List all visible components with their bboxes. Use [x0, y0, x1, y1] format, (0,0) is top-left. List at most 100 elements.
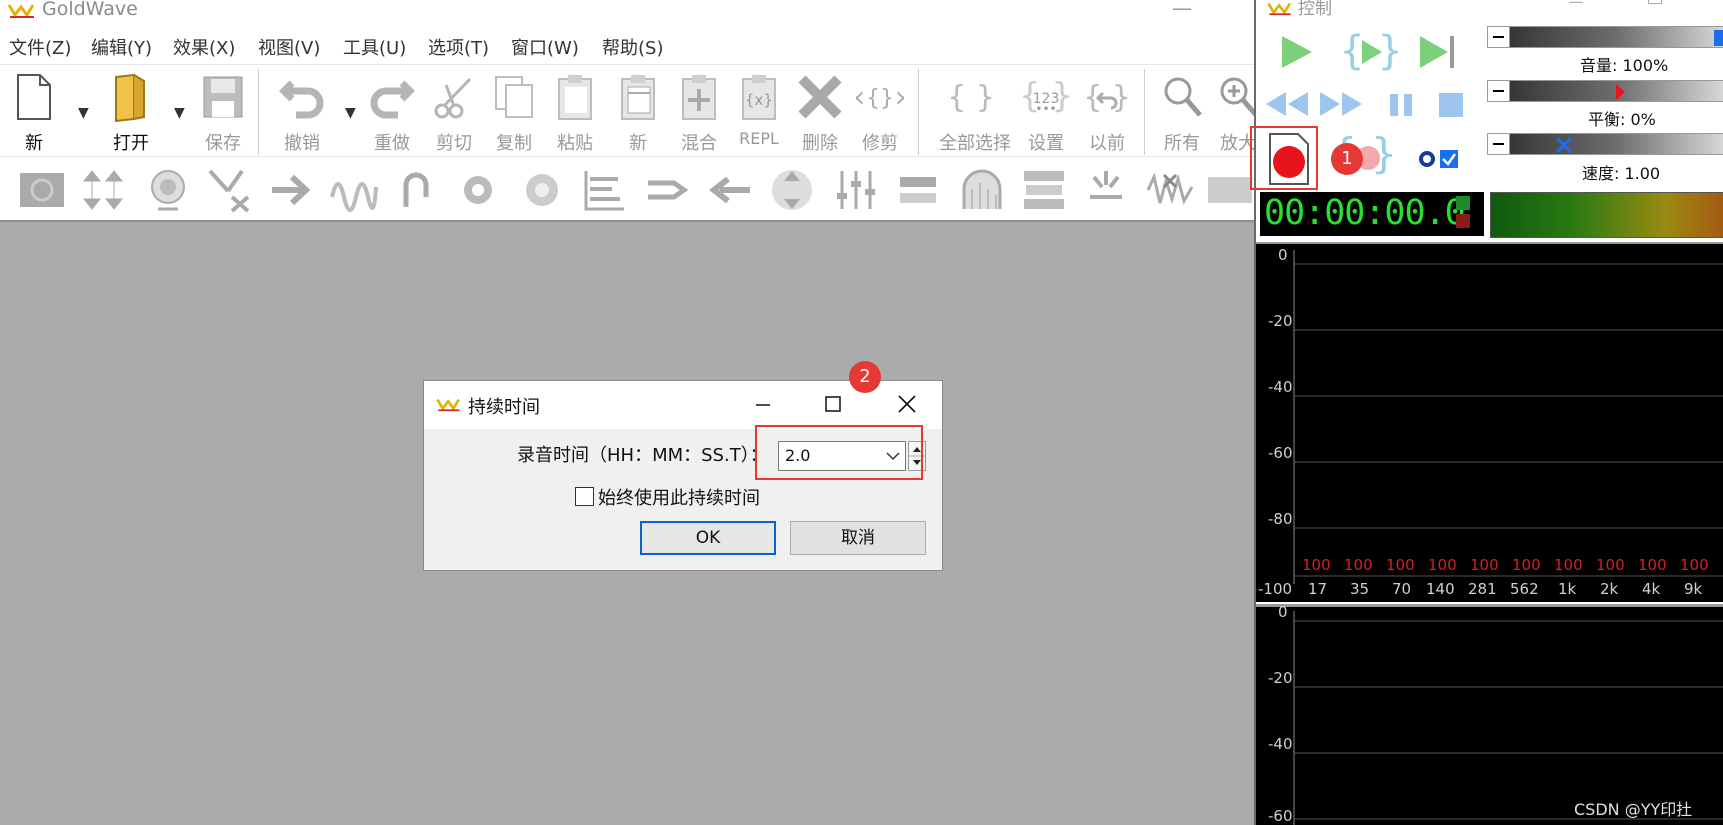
- effect-filter-icon[interactable]: [206, 167, 254, 213]
- effect-offset-icon[interactable]: [894, 167, 942, 213]
- menu-file[interactable]: 文件(Z): [9, 34, 71, 60]
- freq-label: 2k: [1600, 580, 1619, 598]
- freq-label: 140: [1426, 580, 1455, 598]
- volume-thumb-icon[interactable]: [1712, 29, 1723, 47]
- effect-reverse-icon[interactable]: [706, 167, 754, 213]
- effects-toolbar: [0, 156, 1260, 220]
- copy-button[interactable]: 复制: [484, 69, 544, 155]
- open-button[interactable]: 打开: [101, 69, 161, 155]
- open-dropdown-icon[interactable]: ▼: [174, 105, 185, 121]
- menu-effects[interactable]: 效果(X): [173, 34, 235, 60]
- peak-value: 100: [1554, 556, 1583, 574]
- redo-button[interactable]: 重做: [362, 69, 422, 155]
- minimize-button[interactable]: —: [1172, 0, 1192, 20]
- select-all-button[interactable]: { } 全部选择: [939, 69, 1011, 155]
- db-tick: -20: [1268, 312, 1293, 330]
- effect-forward-icon[interactable]: [268, 167, 316, 213]
- db-tick: 0: [1278, 603, 1288, 621]
- dialog-minimize-icon[interactable]: [748, 389, 778, 419]
- dialog-close-icon[interactable]: [892, 389, 922, 419]
- effect-echo-icon[interactable]: [144, 167, 192, 213]
- volume-minus-icon[interactable]: [1488, 27, 1510, 47]
- effect-resample-icon[interactable]: [958, 167, 1006, 213]
- effect-waveform-icon[interactable]: [330, 167, 378, 213]
- previous-selection-icon: { }: [1083, 80, 1131, 115]
- cut-button[interactable]: 剪切: [424, 69, 484, 155]
- zoom-all-button[interactable]: 所有: [1152, 69, 1212, 155]
- delete-button[interactable]: 删除: [790, 69, 850, 155]
- set-marker-icon: 123•••{ }: [1022, 76, 1070, 116]
- scissors-icon: [434, 77, 472, 119]
- effect-loop-icon[interactable]: [392, 167, 440, 213]
- control-maximize-button[interactable]: [1648, 0, 1662, 4]
- effect-silence-icon[interactable]: [1020, 167, 1068, 213]
- speed-minus-icon[interactable]: [1488, 134, 1510, 154]
- effect-gear-icon[interactable]: [454, 167, 502, 213]
- menu-tools[interactable]: 工具(U): [343, 34, 406, 60]
- always-use-checkbox[interactable]: [575, 487, 594, 506]
- effect-noise-reduction-icon[interactable]: [1146, 167, 1194, 213]
- screen: GoldWave — 文件(Z) 编辑(Y) 效果(X) 视图(V) 工具(U)…: [0, 0, 1723, 825]
- peak-value: 100: [1428, 556, 1457, 574]
- paste-new-label: 新: [629, 133, 647, 154]
- paste-button[interactable]: 粘贴: [545, 69, 605, 155]
- volume-slider[interactable]: [1487, 26, 1723, 48]
- previous-button[interactable]: { } 以前: [1077, 69, 1137, 155]
- duration-label: 录音时间（HH：MM：SS.T）：: [517, 445, 768, 466]
- paste-clipboard-icon: [558, 75, 592, 120]
- menu-help[interactable]: 帮助(S): [602, 34, 663, 60]
- paste-new-button[interactable]: 新: [608, 69, 668, 155]
- effect-change-pitch-icon[interactable]: [80, 167, 128, 213]
- effect-invert-icon[interactable]: [644, 167, 692, 213]
- balance-slider[interactable]: [1487, 80, 1723, 102]
- save-button[interactable]: 保存: [193, 69, 253, 155]
- rewind-icon[interactable]: [1262, 88, 1312, 120]
- play-icon[interactable]: [1276, 34, 1316, 70]
- new-button[interactable]: 新: [4, 69, 64, 155]
- balance-thumb-icon[interactable]: [1614, 83, 1626, 101]
- menu-window[interactable]: 窗口(W): [511, 34, 579, 60]
- effect-mixer-icon[interactable]: [832, 167, 880, 213]
- play-selection-icon[interactable]: { }: [1344, 30, 1398, 74]
- undo-arrow-icon: [279, 80, 324, 119]
- always-use-label: 始终使用此持续时间: [598, 488, 760, 509]
- svg-text:{ }: { }: [947, 80, 995, 115]
- undo-button[interactable]: 撤销: [272, 69, 332, 155]
- duration-field-highlight: [755, 425, 923, 480]
- set-button[interactable]: 123•••{ } 设置: [1016, 69, 1076, 155]
- effect-volume-icon[interactable]: [768, 167, 816, 213]
- speed-slider[interactable]: [1487, 133, 1723, 155]
- mix-button[interactable]: 混合: [669, 69, 729, 155]
- play-to-end-icon[interactable]: [1414, 32, 1462, 72]
- trim-button[interactable]: ×{}× 修剪: [850, 69, 910, 155]
- spectrum-grid: [1293, 250, 1723, 584]
- goldwave-logo-icon: [8, 4, 35, 18]
- db-tick: -100: [1258, 580, 1293, 598]
- new-dropdown-icon[interactable]: ▼: [78, 105, 89, 121]
- open-folder-icon: [115, 73, 145, 123]
- fast-forward-icon[interactable]: [1316, 88, 1366, 120]
- magnifier-icon: [1164, 77, 1202, 117]
- replace-button[interactable]: {x} REPL: [729, 69, 789, 155]
- undo-dropdown-icon[interactable]: ▼: [345, 105, 356, 121]
- copy-label: 复制: [496, 133, 532, 154]
- menu-view[interactable]: 视图(V): [258, 34, 320, 60]
- pause-icon[interactable]: [1386, 90, 1416, 120]
- dialog-maximize-icon[interactable]: [818, 389, 848, 419]
- speed-thumb-icon[interactable]: [1554, 135, 1574, 155]
- freq-label: 35: [1350, 580, 1370, 598]
- record-mode-toggle-icon[interactable]: [1416, 146, 1464, 172]
- effect-flower-icon[interactable]: [518, 167, 566, 213]
- menu-edit[interactable]: 编辑(Y): [91, 34, 152, 60]
- menu-options[interactable]: 选项(T): [428, 34, 489, 60]
- balance-minus-icon[interactable]: [1488, 81, 1510, 101]
- effect-more-icon[interactable]: [1206, 167, 1254, 213]
- effect-disabled-icon[interactable]: [18, 167, 66, 213]
- effect-equalizer-icon[interactable]: [580, 167, 628, 213]
- control-minimize-button[interactable]: —: [1568, 0, 1584, 11]
- ok-button[interactable]: OK: [640, 521, 776, 555]
- effect-spark-icon[interactable]: [1082, 167, 1130, 213]
- cancel-button[interactable]: 取消: [790, 521, 926, 555]
- stop-icon[interactable]: [1436, 90, 1466, 120]
- watermark: CSDN @YY印扗: [1574, 800, 1693, 819]
